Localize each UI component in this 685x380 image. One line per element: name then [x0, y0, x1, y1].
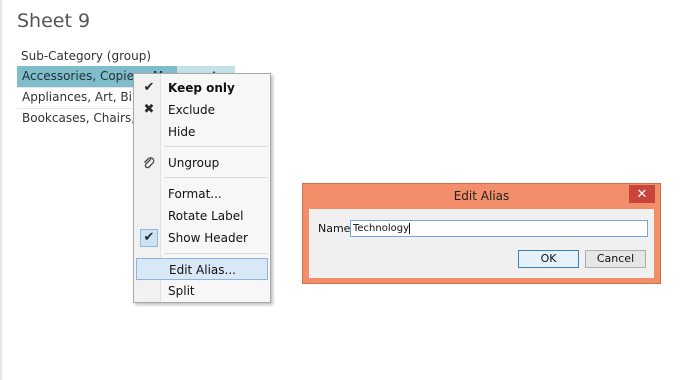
- menu-item-label: Format...: [168, 187, 222, 201]
- dialog-title[interactable]: Edit Alias: [303, 184, 660, 209]
- close-icon[interactable]: ✕: [629, 185, 655, 203]
- left-border: [0, 0, 2, 380]
- menu-item-ungroup[interactable]: Ungroup: [136, 152, 268, 174]
- paperclip-icon: [140, 152, 158, 174]
- check-icon: ✔: [143, 80, 155, 95]
- edit-alias-dialog: Edit Alias ✕ Name: Technology OK Cancel: [302, 183, 661, 284]
- menu-item-label: Keep only: [168, 81, 235, 95]
- menu-item-label: Hide: [168, 125, 196, 139]
- menu-item-exclude[interactable]: ✖ Exclude: [136, 99, 268, 121]
- menu-item-hide[interactable]: Hide: [136, 121, 268, 143]
- column-header-sub-category[interactable]: Sub-Category (group): [21, 49, 151, 63]
- menu-item-split[interactable]: Split: [136, 280, 268, 302]
- menu-separator: [164, 253, 268, 254]
- ok-button[interactable]: OK: [518, 250, 579, 268]
- alias-name-input[interactable]: Technology: [350, 220, 648, 237]
- x-icon: ✖: [143, 102, 155, 117]
- menu-item-label: Exclude: [168, 103, 216, 117]
- name-label: Name:: [318, 222, 355, 235]
- menu-separator: [164, 146, 268, 147]
- menu-item-edit-alias[interactable]: Edit Alias...: [136, 258, 268, 280]
- menu-separator: [164, 177, 268, 178]
- menu-item-keep-only[interactable]: ✔ Keep only: [136, 77, 268, 99]
- menu-item-label: Show Header: [168, 231, 248, 245]
- menu-item-label: Ungroup: [168, 156, 220, 170]
- menu-item-show-header[interactable]: ✔ Show Header: [136, 227, 268, 249]
- menu-item-rotate-label[interactable]: Rotate Label: [136, 205, 268, 227]
- menu-item-label: Split: [168, 284, 195, 298]
- cancel-button[interactable]: Cancel: [585, 250, 646, 268]
- sheet-title: Sheet 9: [17, 10, 91, 32]
- context-menu: ✔ Keep only ✖ Exclude Hide Ungroup Forma…: [133, 73, 271, 303]
- menu-item-label: Rotate Label: [168, 209, 244, 223]
- text-caret: [409, 222, 411, 234]
- menu-item-format[interactable]: Format...: [136, 183, 268, 205]
- menu-item-label: Edit Alias...: [169, 263, 236, 277]
- dialog-body: Name: Technology OK Cancel: [309, 209, 654, 278]
- check-icon: ✔: [140, 229, 158, 247]
- alias-name-value: Technology: [353, 223, 410, 234]
